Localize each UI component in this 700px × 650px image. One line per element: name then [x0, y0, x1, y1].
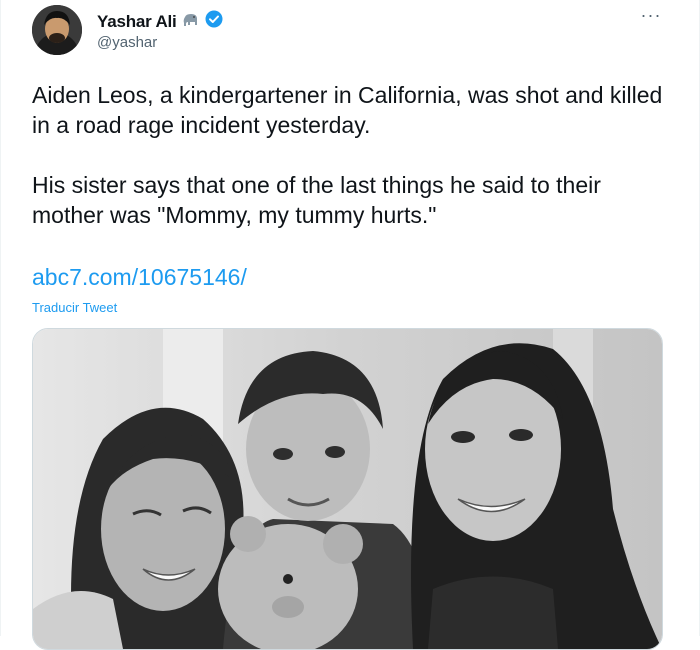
translate-tweet-link[interactable]: Traducir Tweet [32, 300, 117, 315]
tweet-paragraph: His sister says that one of the last thi… [32, 172, 601, 228]
tweet-text: Aiden Leos, a kindergartener in Californ… [32, 80, 672, 260]
avatar-image [32, 5, 82, 55]
photo-image [33, 329, 662, 649]
tweet-photo[interactable] [32, 328, 663, 650]
teddy-bear [218, 516, 363, 649]
article-link[interactable]: abc7.com/10675146/ [32, 264, 247, 291]
verified-badge-icon [205, 10, 223, 33]
author-avatar[interactable] [32, 5, 82, 55]
tweet-card: Yashar Ali @yashar ··· Aiden Leos, a kin… [0, 0, 700, 650]
more-options-icon[interactable]: ··· [637, 6, 665, 28]
elephant-emoji-icon [182, 12, 200, 32]
author-handle[interactable]: @yashar [97, 34, 157, 51]
author-display-name[interactable]: Yashar Ali [97, 12, 177, 32]
author-name-row[interactable]: Yashar Ali [97, 10, 223, 33]
tweet-paragraph: Aiden Leos, a kindergartener in Californ… [32, 82, 663, 138]
